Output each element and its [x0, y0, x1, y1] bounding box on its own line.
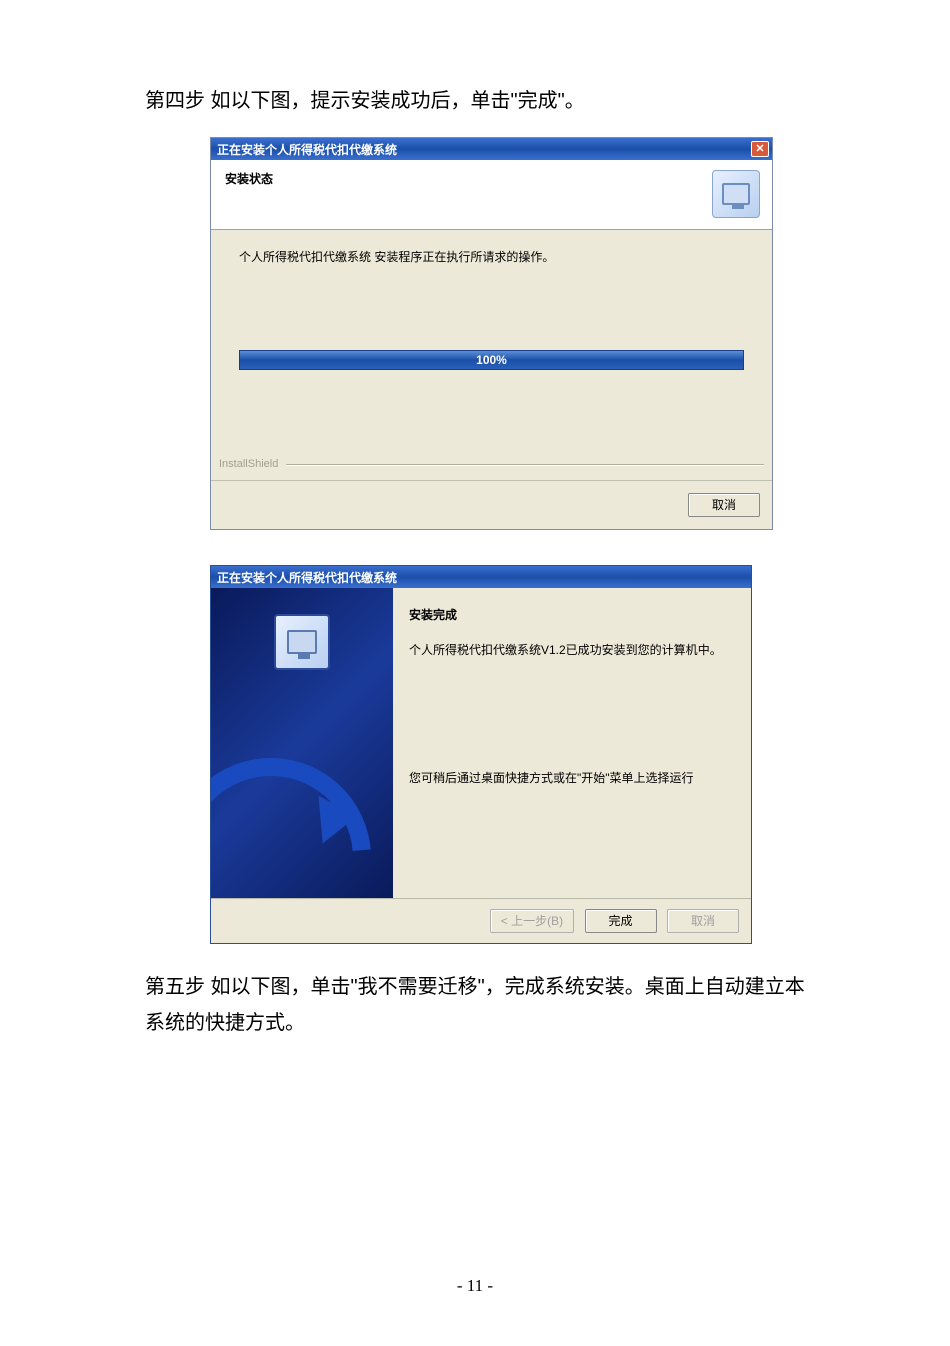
dialog2-title: 正在安装个人所得税代扣代缴系统 [217, 569, 397, 586]
dialog2-footer: < 上一步(B) 完成 取消 [211, 898, 751, 943]
install-complete-title: 安装完成 [409, 606, 735, 623]
step5-text: 第五步 如以下图，单击"我不需要迁移"，完成系统安装。桌面上自动建立本系统的快捷… [145, 969, 805, 1041]
dialog1-body: 个人所得税代扣代缴系统 安装程序正在执行所请求的操作。 100% Install… [211, 230, 772, 480]
divider-line [286, 464, 764, 465]
dialog1-title: 正在安装个人所得税代扣代缴系统 [217, 141, 397, 158]
cancel-button[interactable]: 取消 [688, 493, 760, 517]
progress-bar: 100% [239, 350, 744, 370]
progress-label: 100% [476, 353, 507, 367]
dialog2-body: 安装完成 个人所得税代扣代缴系统V1.2已成功安装到您的计算机中。 您可稍后通过… [211, 588, 751, 898]
dialog1-footer: 取消 [211, 480, 772, 529]
dialog1-header: 安装状态 [211, 160, 772, 230]
installer-icon [712, 170, 760, 218]
step4-text: 第四步 如以下图，提示安装成功后，单击"完成"。 [145, 85, 805, 117]
dialog1-titlebar: 正在安装个人所得税代扣代缴系统 ✕ [211, 138, 772, 160]
page-number: - 11 - [0, 1276, 950, 1296]
finish-button[interactable]: 完成 [585, 909, 657, 933]
install-status-label: 安装状态 [225, 170, 758, 187]
dialog2-sidebar-graphic [211, 588, 393, 898]
install-complete-hint: 您可稍后通过桌面快捷方式或在"开始"菜单上选择运行 [409, 769, 735, 787]
dialog2-content: 安装完成 个人所得税代扣代缴系统V1.2已成功安装到您的计算机中。 您可稍后通过… [393, 588, 751, 898]
install-progress-dialog: 正在安装个人所得税代扣代缴系统 ✕ 安装状态 个人所得税代扣代缴系统 安装程序正… [210, 137, 773, 530]
install-complete-text: 个人所得税代扣代缴系统V1.2已成功安装到您的计算机中。 [409, 641, 735, 659]
back-button: < 上一步(B) [490, 909, 574, 933]
installer-icon [274, 614, 330, 670]
install-progress-text: 个人所得税代扣代缴系统 安装程序正在执行所请求的操作。 [239, 248, 744, 265]
install-complete-dialog: 正在安装个人所得税代扣代缴系统 安装完成 个人所得税代扣代缴系统V1.2已成功安… [210, 565, 752, 944]
installshield-label: InstallShield [219, 458, 278, 470]
refresh-arrow-icon [211, 717, 393, 898]
cancel-button: 取消 [667, 909, 739, 933]
close-icon[interactable]: ✕ [751, 141, 769, 157]
dialog2-titlebar: 正在安装个人所得税代扣代缴系统 [211, 566, 751, 588]
